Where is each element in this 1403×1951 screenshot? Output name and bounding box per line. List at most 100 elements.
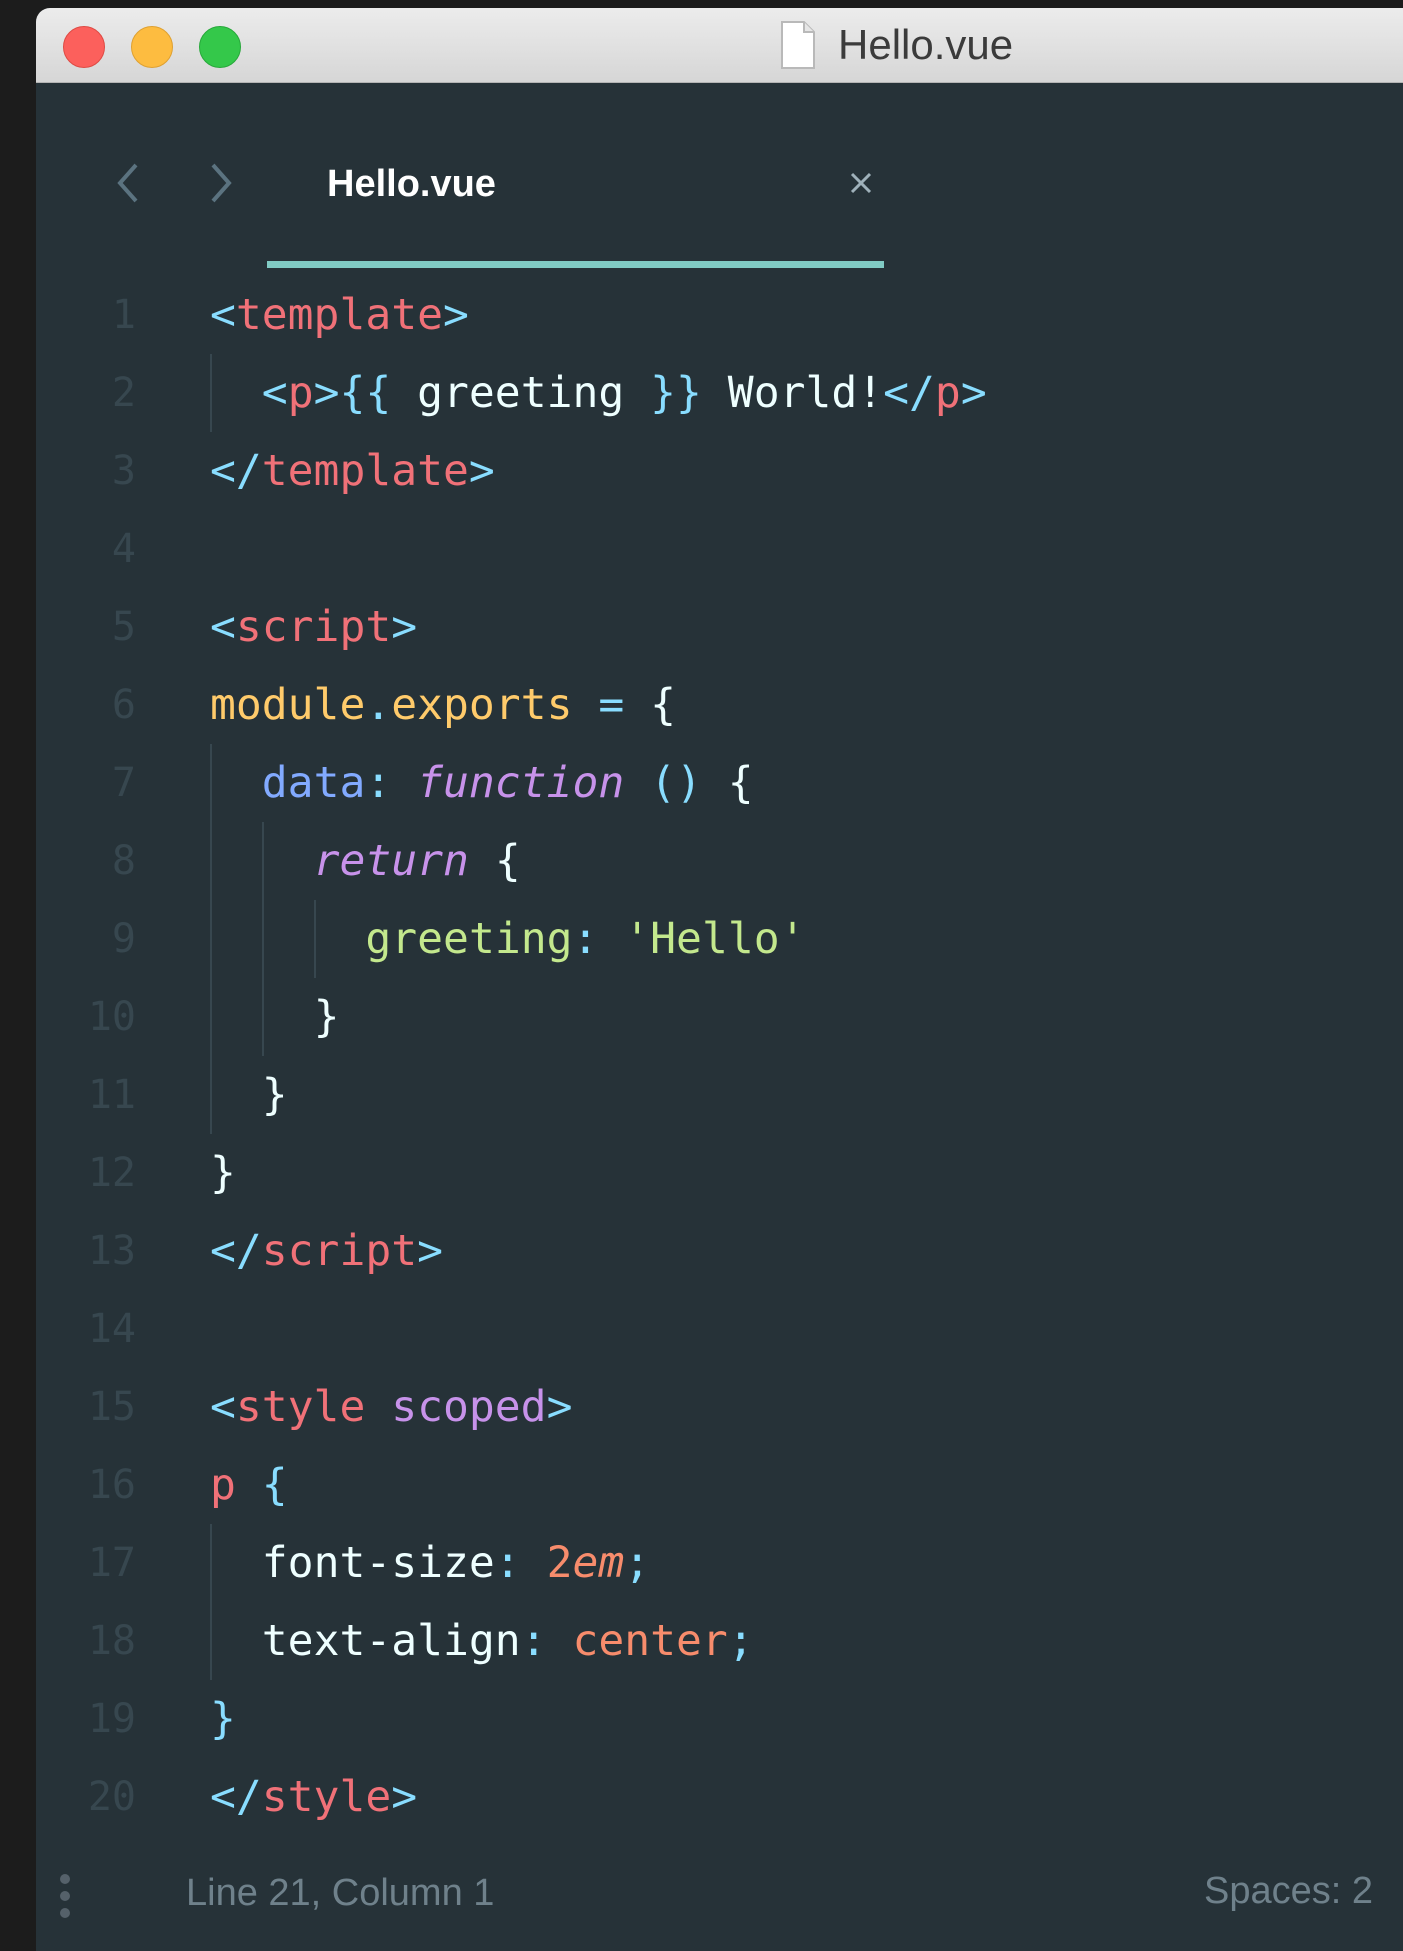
indent-guide xyxy=(210,744,212,822)
code-token: style xyxy=(235,1382,366,1432)
indent-guide xyxy=(210,1602,212,1680)
code-token: ; xyxy=(624,1538,651,1588)
code-token: > xyxy=(443,290,469,340)
code-line[interactable]: 16 p { xyxy=(36,1446,1403,1524)
code-line[interactable]: 4 xyxy=(36,510,1403,588)
code-line[interactable]: 13 </script> xyxy=(36,1212,1403,1290)
code-token: 2 xyxy=(546,1538,573,1588)
indentation-setting[interactable]: Spaces: 2 xyxy=(1204,1870,1373,1913)
line-number: 17 xyxy=(87,1540,136,1586)
code-token: < xyxy=(210,1382,236,1432)
code-line[interactable]: 1 <template> xyxy=(36,276,1403,354)
code-line[interactable]: 2 <p>{{ greeting }} World!</p> xyxy=(36,354,1403,432)
code-token: center xyxy=(572,1616,728,1666)
code-line[interactable]: 17 font-size: 2em; xyxy=(36,1524,1403,1602)
code-text: <style scoped> xyxy=(210,1368,572,1446)
code-line[interactable]: 9 greeting: 'Hello' xyxy=(36,900,1403,978)
code-line[interactable]: 3 </template> xyxy=(36,432,1403,510)
code-text: } xyxy=(210,1680,236,1758)
line-number: 20 xyxy=(87,1774,136,1820)
chevron-left-icon[interactable] xyxy=(108,153,148,213)
line-number: 7 xyxy=(111,760,136,806)
line-number: 6 xyxy=(111,682,136,728)
line-number: 8 xyxy=(111,838,136,884)
close-window-button[interactable] xyxy=(63,26,105,68)
code-token: function xyxy=(417,758,625,808)
code-token: greeting xyxy=(417,368,625,418)
line-number: 11 xyxy=(87,1072,136,1118)
line-number: 2 xyxy=(111,370,136,416)
cursor-position[interactable]: Line 21, Column 1 xyxy=(186,1872,494,1915)
more-options-icon[interactable] xyxy=(60,1874,72,1924)
minimize-window-button[interactable] xyxy=(131,26,173,68)
code-token: p xyxy=(210,1460,236,1510)
code-text: </style> xyxy=(210,1758,417,1836)
indent-guide xyxy=(210,900,212,978)
chevron-right-icon[interactable] xyxy=(201,153,241,213)
tab-hello-vue[interactable]: Hello.vue xyxy=(267,133,884,268)
code-token: template xyxy=(261,446,469,496)
code-token: = xyxy=(572,680,651,730)
code-text: module.exports = { xyxy=(210,666,676,744)
code-token: < xyxy=(261,368,288,418)
code-token: > xyxy=(417,1226,444,1276)
code-text: greeting: 'Hello' xyxy=(365,900,805,978)
line-number: 16 xyxy=(87,1462,136,1508)
code-token: < xyxy=(210,290,236,340)
title-bar: Hello.vue xyxy=(36,8,1403,83)
code-token: style xyxy=(261,1772,392,1822)
code-line[interactable]: 7 data: function () { xyxy=(36,744,1403,822)
code-token: World! xyxy=(701,368,884,418)
code-line[interactable]: 6 module.exports = { xyxy=(36,666,1403,744)
code-line[interactable]: 19} xyxy=(36,1680,1403,1758)
code-token: > xyxy=(960,368,987,418)
code-text: data: function () { xyxy=(262,744,754,822)
code-token: : xyxy=(520,1616,573,1666)
line-number: 5 xyxy=(111,604,136,650)
indent-guide xyxy=(261,978,264,1056)
document-icon xyxy=(781,21,815,69)
line-number: 1 xyxy=(111,292,136,338)
code-token: { xyxy=(701,758,754,808)
code-token: > xyxy=(391,1772,418,1822)
line-number: 14 xyxy=(87,1306,136,1352)
editor-window: Hello.vue Hello.vue 1 <template> 2 <p>{{ gr… xyxy=(36,8,1403,1951)
active-tab-indicator xyxy=(267,261,884,268)
code-token: return xyxy=(313,836,469,886)
line-number: 4 xyxy=(111,526,136,572)
line-number: 10 xyxy=(87,994,136,1040)
code-token: </ xyxy=(210,446,262,496)
indent-guide xyxy=(210,1524,212,1602)
code-text: return { xyxy=(314,822,521,900)
code-line[interactable]: 12} xyxy=(36,1134,1403,1212)
code-line[interactable]: 15 <style scoped> xyxy=(36,1368,1403,1446)
tab-label: Hello.vue xyxy=(327,163,496,205)
code-token: greeting xyxy=(365,914,573,964)
code-token: } xyxy=(210,1694,236,1744)
code-line[interactable]: 18 text-align: center; xyxy=(36,1602,1403,1680)
code-token: scoped xyxy=(391,1382,547,1432)
code-line[interactable]: 20 </style> xyxy=(36,1758,1403,1836)
code-token: } xyxy=(261,1070,288,1120)
indent-guide xyxy=(261,900,264,978)
code-text: <script> xyxy=(210,588,417,666)
code-line[interactable]: 11} xyxy=(36,1056,1403,1134)
code-line[interactable]: 10} xyxy=(36,978,1403,1056)
code-token: { xyxy=(468,836,521,886)
code-text: <p>{{ greeting }} World!</p> xyxy=(262,354,987,432)
code-text: } xyxy=(262,1056,288,1134)
zoom-window-button[interactable] xyxy=(199,26,241,68)
code-token: >{{ xyxy=(313,368,418,418)
code-line[interactable]: 8 return { xyxy=(36,822,1403,900)
code-text: p { xyxy=(210,1446,288,1524)
code-token: : xyxy=(494,1538,547,1588)
code-editor[interactable]: 1 <template> 2 <p>{{ greeting }} World!</p>… xyxy=(36,276,1403,1836)
code-line[interactable]: 14 xyxy=(36,1290,1403,1368)
close-icon[interactable] xyxy=(846,168,876,198)
code-text: <template> xyxy=(210,276,469,354)
code-line[interactable]: 5 <script> xyxy=(36,588,1403,666)
status-bar: Line 21, Column 1 Spaces: 2 xyxy=(36,1836,1403,1951)
code-text: } xyxy=(314,978,340,1056)
code-token: script xyxy=(235,602,392,652)
